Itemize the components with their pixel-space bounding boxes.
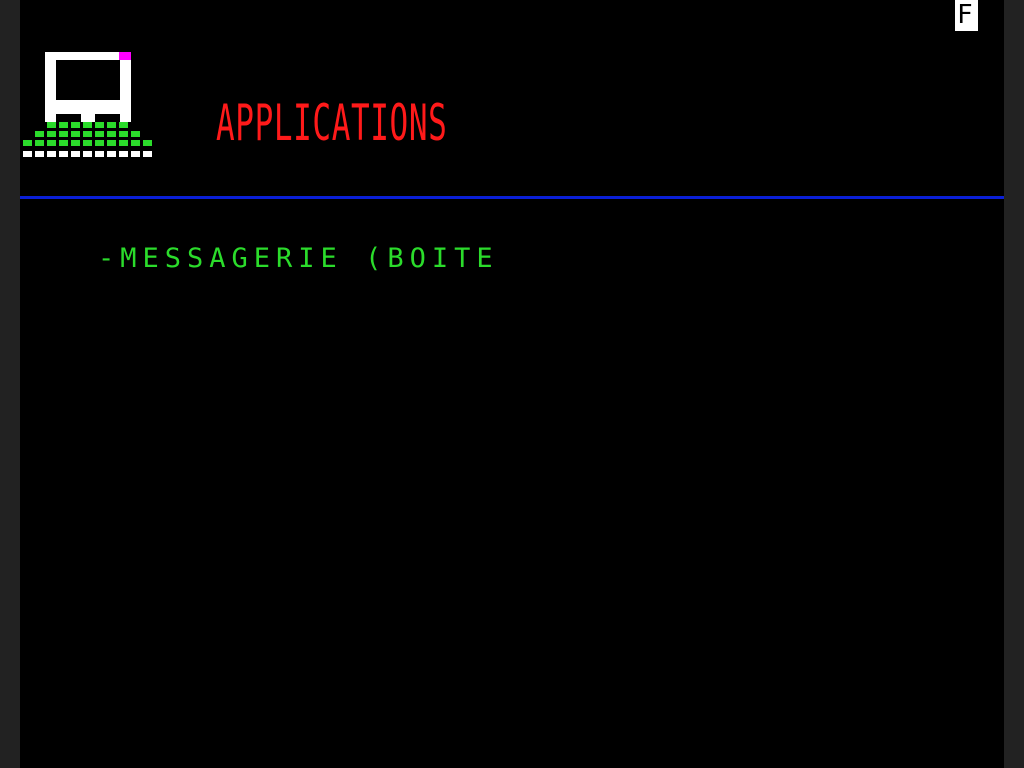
terminal-computer-icon — [23, 52, 152, 157]
divider — [20, 196, 1004, 199]
keyboard-icon — [23, 122, 152, 157]
status-indicator: F — [955, 0, 978, 31]
menu-item-messagerie[interactable]: -MESSAGERIE (BOITE — [98, 242, 499, 276]
minitel-screen: F APPLICATIONS -MESSAGERIE (BOITE — [20, 0, 1004, 768]
page-title: APPLICATIONS — [216, 94, 448, 152]
